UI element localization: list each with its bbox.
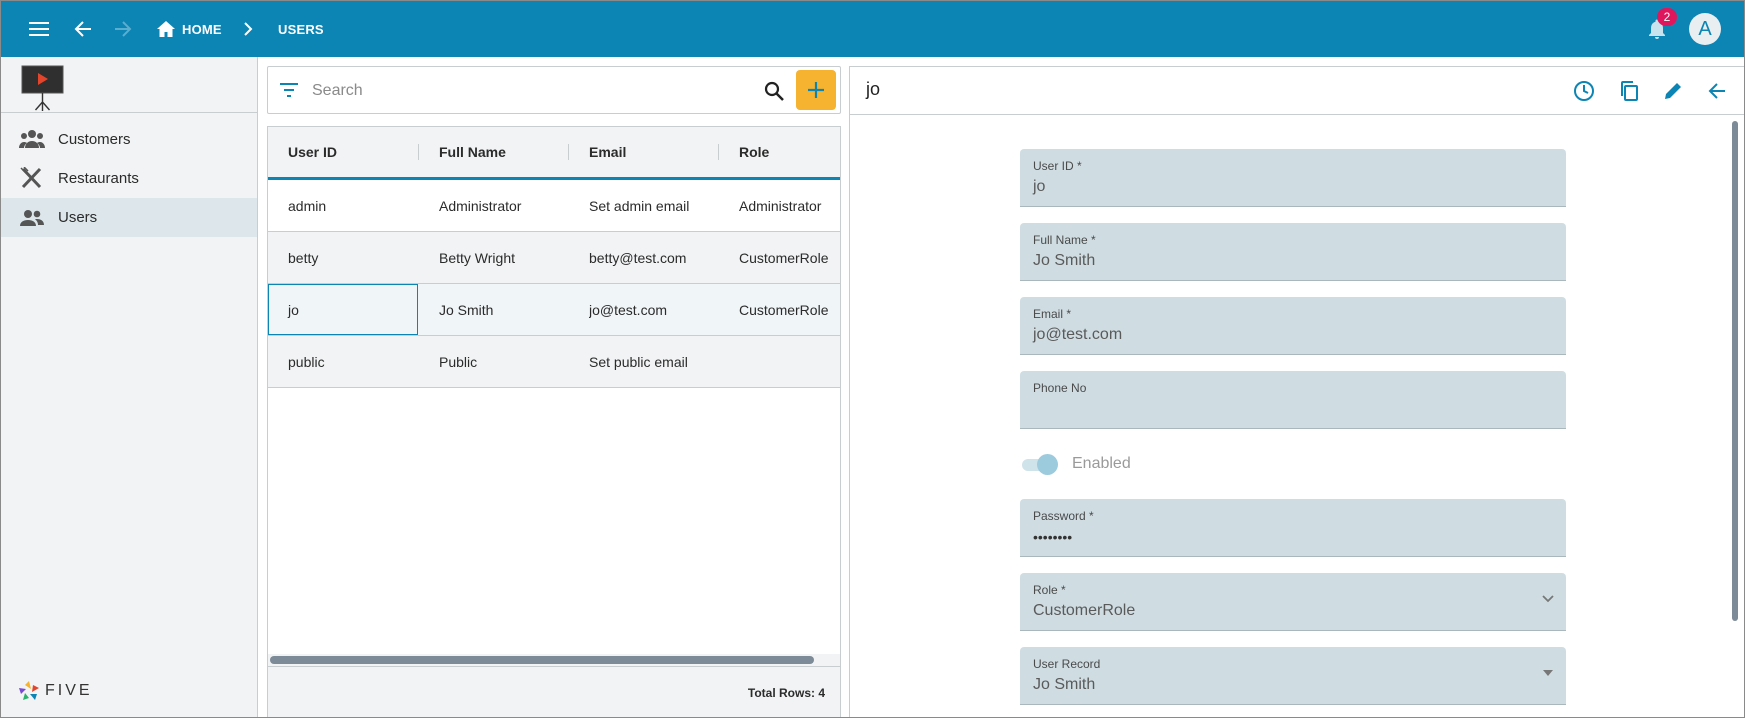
cell-role: CustomerRole	[739, 249, 829, 266]
sidebar-item-label: Customers	[58, 131, 131, 148]
add-user-button[interactable]	[796, 70, 836, 110]
column-separator[interactable]	[568, 144, 569, 160]
column-header-email[interactable]: Email	[589, 127, 626, 177]
full-name-value: Jo Smith	[1033, 252, 1096, 269]
field-label: Email *	[1033, 307, 1072, 321]
email-value: jo@test.com	[1033, 326, 1123, 343]
table-header: User ID Full Name Email Role	[268, 127, 840, 180]
column-header-user-id[interactable]: User ID	[288, 127, 337, 177]
user-record-select[interactable]: User Record Jo Smith	[1020, 647, 1566, 705]
column-separator[interactable]	[418, 144, 419, 160]
caret-down-icon	[1543, 670, 1553, 676]
cell-user-id: admin	[288, 197, 327, 214]
user-id-value: jo	[1033, 178, 1046, 195]
cell-full-name: Administrator	[439, 197, 522, 214]
detail-panel: jo User ID * jo Full Name * Jo Smith Ema…	[849, 66, 1744, 717]
copy-icon[interactable]	[1615, 77, 1643, 105]
cell-user-id: jo	[268, 284, 418, 335]
chevron-down-icon	[1542, 595, 1554, 603]
cell-email: Set admin email	[589, 197, 690, 214]
five-logo: FIVE	[17, 679, 93, 703]
phone-field[interactable]: Phone No	[1020, 371, 1566, 429]
sidebar: Customers Restaurants Users FIVE	[1, 57, 258, 717]
five-mark-icon	[19, 681, 39, 700]
cell-user-id: betty	[288, 249, 319, 266]
detail-header: jo	[850, 67, 1744, 115]
users-icon	[20, 210, 44, 226]
table-row[interactable]: betty Betty Wright betty@test.com Custom…	[268, 232, 840, 284]
back-arrow-icon[interactable]	[1703, 77, 1731, 105]
full-name-field[interactable]: Full Name * Jo Smith	[1020, 223, 1566, 281]
app-logo-area	[1, 57, 257, 113]
cell-full-name: Betty Wright	[439, 249, 515, 266]
top-bar: HOME USERS 2 A	[1, 1, 1744, 57]
history-icon[interactable]	[1570, 77, 1598, 105]
field-label: Phone No	[1033, 381, 1087, 395]
breadcrumb-home[interactable]: HOME	[182, 1, 222, 57]
cell-full-name: Public	[439, 353, 478, 370]
plus-icon	[808, 82, 824, 98]
role-value: CustomerRole	[1033, 602, 1136, 619]
table-footer: Total Rows: 4	[268, 666, 840, 717]
back-arrow-icon[interactable]	[69, 1, 97, 57]
password-field[interactable]: Password * ••••••••	[1020, 499, 1566, 557]
email-field[interactable]: Email * jo@test.com	[1020, 297, 1566, 355]
sidebar-item-customers[interactable]: Customers	[1, 120, 257, 159]
role-select[interactable]: Role * CustomerRole	[1020, 573, 1566, 631]
restaurants-icon	[20, 167, 42, 189]
table-row[interactable]: admin Administrator Set admin email Admi…	[268, 180, 840, 232]
column-header-role[interactable]: Role	[739, 127, 769, 177]
app-window: HOME USERS 2 A Customers Restaurants Use…	[0, 0, 1745, 718]
field-label: Full Name *	[1033, 233, 1096, 247]
sidebar-item-restaurants[interactable]: Restaurants	[1, 159, 257, 198]
menu-icon[interactable]	[25, 1, 53, 57]
notification-badge: 2	[1657, 8, 1677, 26]
sidebar-item-users[interactable]: Users	[1, 198, 257, 237]
field-label: Role *	[1033, 583, 1066, 597]
five-brand-text: FIVE	[45, 682, 93, 699]
field-label: User Record	[1033, 657, 1101, 671]
presentation-logo-icon	[21, 65, 64, 111]
password-value: ••••••••	[1033, 529, 1073, 545]
users-table: User ID Full Name Email Role admin Admin…	[267, 126, 841, 717]
column-separator[interactable]	[718, 144, 719, 160]
cell-full-name: Jo Smith	[439, 301, 494, 318]
search-input[interactable]	[312, 79, 732, 103]
column-header-full-name[interactable]: Full Name	[439, 127, 506, 177]
field-label: Password *	[1033, 509, 1094, 523]
table-row-selected[interactable]: jo Jo Smith jo@test.com CustomerRole	[268, 284, 840, 336]
field-label: User ID *	[1033, 159, 1082, 173]
enabled-label: Enabled	[1072, 455, 1131, 472]
search-bar	[267, 66, 841, 114]
breadcrumb-users: USERS	[278, 21, 324, 37]
scrollbar-thumb[interactable]	[1732, 121, 1738, 621]
horizontal-scrollbar[interactable]	[268, 654, 840, 666]
cell-email: jo@test.com	[589, 301, 668, 318]
forward-arrow-icon[interactable]	[109, 1, 137, 57]
total-rows: Total Rows: 4	[747, 686, 825, 700]
cell-role: CustomerRole	[739, 301, 829, 318]
search-icon[interactable]	[764, 81, 784, 101]
enabled-toggle[interactable]	[1020, 453, 1060, 477]
cell-user-id: public	[288, 353, 325, 370]
vertical-scrollbar[interactable]	[1730, 119, 1740, 717]
chevron-right-icon	[239, 1, 257, 57]
cell-email: Set public email	[589, 353, 688, 370]
toggle-knob	[1037, 454, 1058, 475]
cell-role: Administrator	[739, 197, 822, 214]
sidebar-item-label: Users	[58, 209, 98, 226]
home-icon[interactable]	[155, 1, 177, 57]
cell-role	[739, 336, 839, 387]
cell-email: betty@test.com	[589, 249, 687, 266]
filter-icon[interactable]	[280, 83, 298, 97]
scrollbar-thumb[interactable]	[270, 656, 814, 664]
user-id-field[interactable]: User ID * jo	[1020, 149, 1566, 207]
table-row[interactable]: public Public Set public email	[268, 336, 840, 388]
edit-pencil-icon[interactable]	[1659, 77, 1687, 105]
customers-icon	[19, 130, 45, 148]
sidebar-item-label: Restaurants	[58, 170, 139, 187]
avatar[interactable]: A	[1689, 13, 1721, 45]
user-record-value: Jo Smith	[1033, 676, 1096, 693]
detail-title: jo	[866, 79, 881, 99]
